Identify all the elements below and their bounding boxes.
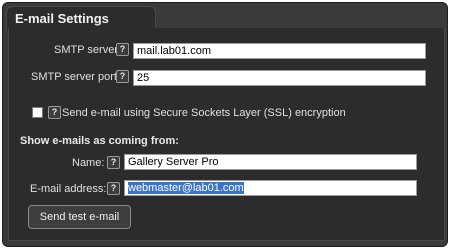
help-icon[interactable]: ? xyxy=(116,70,129,83)
ssl-label: Send e-mail using Secure Sockets Layer (… xyxy=(62,107,346,119)
send-test-email-button[interactable]: Send test e-mail xyxy=(28,205,131,229)
sender-section-title: Show e-mails as coming from: xyxy=(20,135,179,147)
help-icon[interactable]: ? xyxy=(107,182,120,195)
smtp-port-label: SMTP server port: xyxy=(31,71,121,83)
email-settings-tab: E-mail Settings xyxy=(6,6,156,30)
smtp-port-input[interactable]: 25 xyxy=(133,70,426,86)
smtp-server-label: SMTP server: xyxy=(54,44,122,56)
ssl-checkbox[interactable] xyxy=(32,107,43,118)
help-icon[interactable]: ? xyxy=(48,106,61,119)
help-icon[interactable]: ? xyxy=(107,156,120,169)
smtp-server-input[interactable]: mail.lab01.com xyxy=(133,43,426,59)
selected-email-text: webmaster@lab01.com xyxy=(128,182,244,194)
tab-title: E-mail Settings xyxy=(15,11,109,26)
help-icon[interactable]: ? xyxy=(116,43,129,56)
sender-name-input[interactable]: Gallery Server Pro xyxy=(124,154,417,170)
name-label: Name: xyxy=(72,157,105,169)
email-address-label: E-mail address: xyxy=(30,183,107,195)
sender-email-input[interactable]: webmaster@lab01.com xyxy=(124,180,417,196)
